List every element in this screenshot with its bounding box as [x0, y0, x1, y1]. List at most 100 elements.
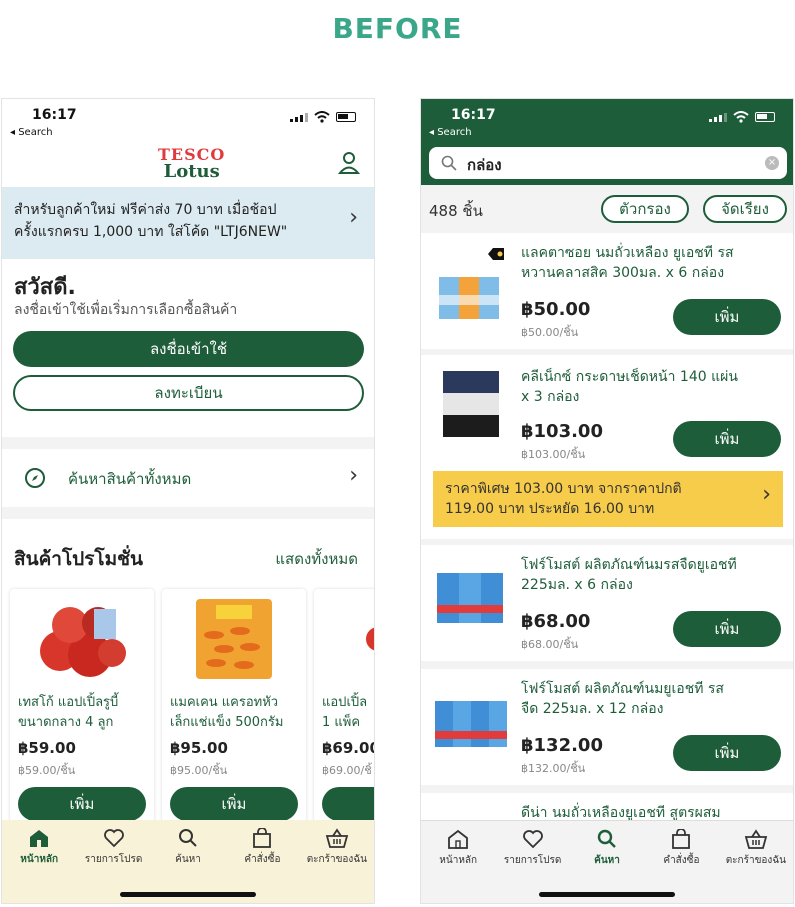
add-to-cart-button[interactable]: เพิ่ม	[673, 421, 781, 457]
product-name: คลีเน็กซ์ กระดาษเช็ดหน้า 140 แผ่น x 3 กล่…	[521, 369, 738, 405]
back-to-search-link[interactable]: ◂ Search	[10, 127, 53, 138]
chevron-right-icon: ›	[349, 463, 358, 488]
product-price: ฿50.00	[521, 299, 591, 320]
deal-line1: ราคาพิเศษ 103.00 บาท จากราคาปกติ	[445, 481, 682, 497]
search-icon	[597, 829, 616, 848]
promo-tag-icon	[488, 248, 504, 260]
tesco-lotus-logo: TESCO Lotus	[158, 147, 225, 181]
chevron-right-icon: ›	[349, 205, 358, 230]
home-indicator	[120, 892, 256, 897]
tissue-box-image	[433, 367, 509, 443]
status-time: 16:17	[451, 107, 496, 123]
uht-milk-12pack-image	[433, 687, 509, 763]
status-icons	[709, 111, 775, 123]
add-to-cart-button[interactable]: เพิ่ม	[673, 735, 781, 771]
search-input[interactable]: กล่อง ×	[429, 147, 787, 179]
heart-icon	[103, 829, 124, 848]
soymilk-pack-image	[433, 255, 509, 331]
home-indicator	[539, 892, 675, 897]
add-to-cart-button[interactable]: เพิ่ม	[18, 787, 146, 821]
product-name: โฟร์โมสต์ ผลิตภัณฑ์นมรสจืดยูเอชที 225มล. …	[521, 557, 737, 593]
product-unit-price: ฿50.00/ชิ้น	[521, 326, 579, 339]
banner-line1: สำหรับลูกค้าใหม่ ฟรีค่าส่ง 70 บาท เมื่อช…	[14, 202, 277, 218]
apple-product-image	[34, 595, 130, 683]
special-price-banner[interactable]: ราคาพิเศษ 103.00 บาท จากราคาปกติ 119.00 …	[433, 471, 783, 527]
bottom-nav: หน้าหลัก รายการโปรด ค้นหา คำสั่งซื้อ ตะก…	[2, 820, 374, 903]
greeting-subtitle: ลงชื่อเข้าใช้เพื่อเริ่มการเลือกซื้อสินค้…	[14, 302, 238, 318]
product-unit-price: ฿68.00/ชิ้น	[521, 638, 579, 651]
sort-button[interactable]: จัดเรียง	[703, 195, 787, 223]
nav-cart[interactable]: ตะกร้าของฉัน	[300, 828, 374, 903]
browse-all-label: ค้นหาสินค้าทั้งหมด	[68, 470, 192, 488]
product-card[interactable]: แอปเปิ้ล1 แพ็ค ฿69.00 ฿69.00/ชิ้ เพิ่ม	[314, 589, 374, 829]
search-icon	[441, 155, 457, 171]
product-name: โฟร์โมสต์ ผลิตภัณฑ์นมยูเอชที รส จืด 225มล…	[521, 681, 724, 717]
see-all-link[interactable]: แสดงทั้งหมด	[275, 547, 358, 571]
divider	[2, 437, 374, 449]
chevron-right-icon: ›	[762, 482, 771, 507]
product-price: ฿103.00	[521, 421, 603, 442]
search-query-text: กล่อง	[467, 156, 502, 174]
shopping-bag-icon	[253, 828, 272, 848]
result-count: 488 ชิ้น	[429, 202, 483, 220]
banner-line2: ครั้งแรกครบ 1,000 บาท ใส่โค้ด "LTJ6NEW"	[14, 224, 288, 240]
basket-icon	[744, 829, 768, 849]
product-price: ฿59.00	[18, 739, 76, 757]
carrot-bag-image	[186, 595, 282, 683]
shopping-bag-icon	[672, 829, 691, 849]
product-price: ฿68.00	[521, 611, 591, 632]
search-result-item[interactable]: โฟร์โมสต์ ผลิตภัณฑ์นมยูเอชที รส จืด 225มล…	[421, 669, 793, 785]
clear-search-icon[interactable]: ×	[765, 156, 779, 170]
register-button[interactable]: ลงทะเบียน	[13, 375, 364, 411]
apple-pack-image	[338, 595, 374, 683]
filter-button[interactable]: ตัวกรอง	[601, 195, 689, 223]
signal-icon	[709, 112, 727, 122]
page-heading: BEFORE	[332, 12, 463, 45]
back-to-search-link[interactable]: ◂ Search	[429, 127, 472, 138]
uht-milk-6pack-image	[433, 561, 509, 637]
new-customer-banner[interactable]: สำหรับลูกค้าใหม่ ฟรีค่าส่ง 70 บาท เมื่อช…	[2, 187, 374, 259]
product-card[interactable]: เทสโก้ แอปเปิ้ลรูบี้ ขนาดกลาง 4 ลูก ฿59.0…	[10, 589, 154, 829]
divider	[2, 507, 374, 519]
home-icon	[30, 830, 49, 847]
product-unit-price: ฿103.00/ชิ้น	[521, 448, 586, 461]
search-result-item[interactable]: โฟร์โมสต์ ผลิตภัณฑ์นมรสจืดยูเอชที 225มล. …	[421, 545, 793, 661]
product-unit-price: ฿59.00/ชิ้น	[18, 764, 76, 777]
product-unit-price: ฿132.00/ชิ้น	[521, 762, 586, 775]
heart-icon	[522, 830, 543, 849]
search-results-screen: 16:17 ◂ Search กล่อง × 488 ชิ้น ตัวกรอง …	[420, 98, 794, 904]
bottom-nav: หน้าหลัก รายการโปรด ค้นหา คำสั่งซื้อ ตะก…	[421, 820, 793, 903]
deal-line2: 119.00 บาท ประหยัด 16.00 บาท	[445, 501, 655, 517]
user-account-icon[interactable]	[338, 151, 360, 175]
product-unit-price: ฿69.00/ชิ้	[322, 764, 372, 777]
product-card[interactable]: แมคเคน แครอทหัว เล็กแช่แข็ง 500กรัม ฿95.0…	[162, 589, 306, 829]
product-name: แลคตาซอย นมถั่วเหลือง ยูเอชที รส หวานคลาส…	[521, 245, 734, 281]
nav-home[interactable]: หน้าหลัก	[2, 828, 76, 903]
status-time: 16:17	[32, 107, 77, 123]
compass-icon	[25, 468, 45, 488]
status-icons	[290, 111, 356, 123]
browse-all-products-row[interactable]: ค้นหาสินค้าทั้งหมด ›	[2, 449, 374, 507]
search-icon	[179, 829, 197, 847]
product-price: ฿95.00	[170, 739, 228, 757]
wifi-icon	[314, 111, 330, 123]
login-button[interactable]: ลงชื่อเข้าใช้	[13, 331, 364, 367]
nav-home[interactable]: หน้าหลัก	[421, 829, 495, 903]
product-name: แมคเคน แครอทหัว เล็กแช่แข็ง 500กรัม	[170, 695, 284, 730]
product-unit-price: ฿95.00/ชิ้น	[170, 764, 228, 777]
promo-section-title: สินค้าโปรโมชั่น	[14, 548, 144, 570]
home-icon	[448, 829, 469, 849]
battery-icon	[336, 112, 356, 122]
nav-cart[interactable]: ตะกร้าของฉัน	[719, 829, 793, 903]
battery-icon	[755, 112, 775, 122]
product-price: ฿132.00	[521, 735, 603, 756]
wifi-icon	[733, 111, 749, 123]
add-to-cart-button[interactable]: เพิ่ม	[673, 611, 781, 647]
add-to-cart-button[interactable]: เพิ่ม	[170, 787, 298, 821]
product-name: เทสโก้ แอปเปิ้ลรูบี้ ขนาดกลาง 4 ลูก	[18, 695, 119, 730]
add-to-cart-button[interactable]: เพิ่ม	[322, 787, 374, 821]
add-to-cart-button[interactable]: เพิ่ม	[673, 299, 781, 335]
product-name: แอปเปิ้ล 1 แพ็ค	[322, 695, 368, 730]
search-result-item[interactable]: แลคตาซอย นมถั่วเหลือง ยูเอชที รส หวานคลาส…	[421, 233, 793, 349]
logo-line2: Lotus	[163, 161, 220, 182]
